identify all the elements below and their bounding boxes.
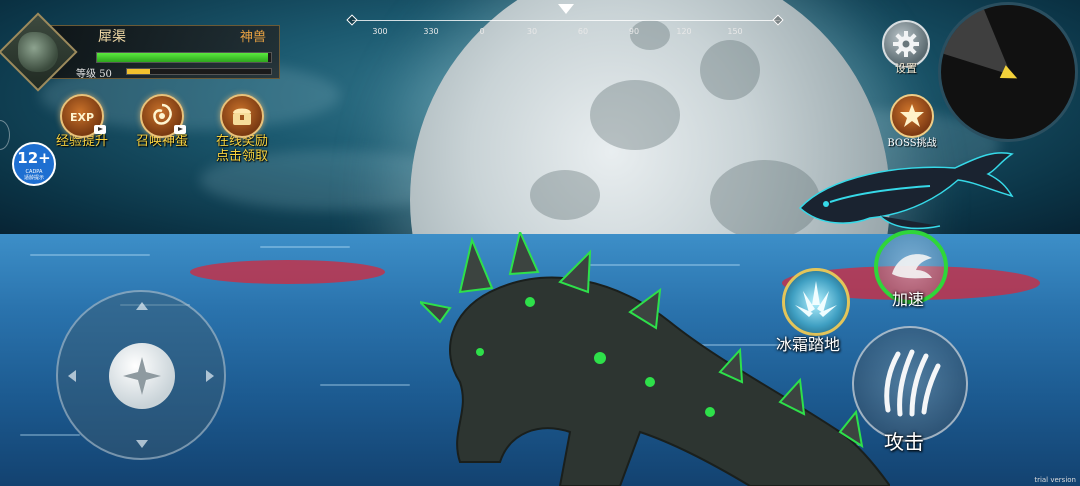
exp-boost-button[interactable]: EXP 经验提升	[42, 94, 122, 149]
beast-portrait	[18, 32, 58, 72]
compass-tick: 120	[676, 27, 692, 36]
joystick-right-arrow-icon	[206, 370, 214, 382]
danger-zone	[190, 260, 385, 284]
compass-tick: 0	[479, 27, 485, 36]
boss-challenge-button[interactable]: BOSS挑战	[880, 94, 944, 149]
exp-bar-fill	[127, 69, 151, 74]
video-ad-icon	[174, 125, 186, 134]
dragon-egg-icon	[140, 94, 186, 138]
attack-label: 攻击	[884, 430, 924, 454]
joystick-left-arrow-icon	[68, 370, 76, 382]
treasure-chest-icon	[220, 94, 264, 138]
svg-text:EXP: EXP	[70, 111, 94, 124]
age-rating-subtitle: 适龄提示	[23, 175, 44, 181]
level-value: 50	[99, 69, 112, 80]
compass-tick: 150	[727, 27, 743, 36]
player-name: 犀渠	[98, 29, 126, 45]
compass-bar: 300 330 0 30 60 90 120 150	[346, 4, 786, 42]
hp-bar	[96, 52, 272, 63]
settings-button[interactable]: 设置	[880, 20, 932, 76]
age-rating-badge: 12+ CADPA 适龄提示	[12, 142, 56, 186]
player-title: 神兽	[239, 30, 266, 45]
compass-tick: 90	[628, 27, 640, 36]
compass-star-icon	[123, 357, 161, 395]
joystick-knob[interactable]	[109, 343, 175, 409]
boss-challenge-label: BOSS挑战	[887, 138, 937, 149]
joystick-up-arrow-icon	[136, 302, 148, 310]
hp-bar-fill	[97, 53, 268, 62]
frost-stomp-label: 冰霜踏地	[776, 335, 841, 354]
joystick-down-arrow-icon	[136, 440, 148, 448]
compass-end-marker	[772, 14, 784, 26]
compass-line	[352, 20, 780, 21]
attack-button[interactable]: 攻击	[852, 326, 972, 456]
compass-tick: 300	[372, 27, 388, 36]
compass-heading-pointer	[558, 4, 574, 14]
player-status-panel: 犀渠 神兽 等级 50	[0, 12, 280, 92]
video-ad-icon	[94, 125, 106, 134]
level-label: 等级 50	[76, 69, 112, 80]
compass-tick: 60	[577, 27, 589, 36]
exp-boost-icon: EXP	[60, 94, 106, 138]
minimap[interactable]	[938, 2, 1078, 142]
boss-challenge-icon	[890, 94, 934, 138]
compass-end-marker	[346, 14, 358, 26]
compass-tick: 330	[423, 27, 439, 36]
trial-watermark: trial version	[1034, 476, 1076, 484]
compass-tick: 30	[526, 27, 538, 36]
age-rating-number: 12+	[17, 149, 51, 167]
frost-stomp-icon	[782, 268, 850, 336]
movement-joystick[interactable]	[56, 290, 226, 460]
settings-label: 设置	[895, 62, 917, 75]
frost-stomp-skill-button[interactable]: 冰霜踏地	[776, 268, 858, 354]
flying-whale-enemy[interactable]	[790, 136, 1020, 236]
online-reward-claim-label: 点击领取	[215, 149, 268, 164]
online-reward-button[interactable]: 在线奖励 点击领取	[202, 94, 282, 164]
speed-skill-button[interactable]: 加速	[872, 230, 950, 309]
exp-bar	[126, 68, 272, 75]
claw-attack-icon	[852, 326, 968, 442]
summon-egg-button[interactable]: 召唤神蛋	[122, 94, 202, 149]
speed-skill-label: 加速	[892, 290, 925, 309]
